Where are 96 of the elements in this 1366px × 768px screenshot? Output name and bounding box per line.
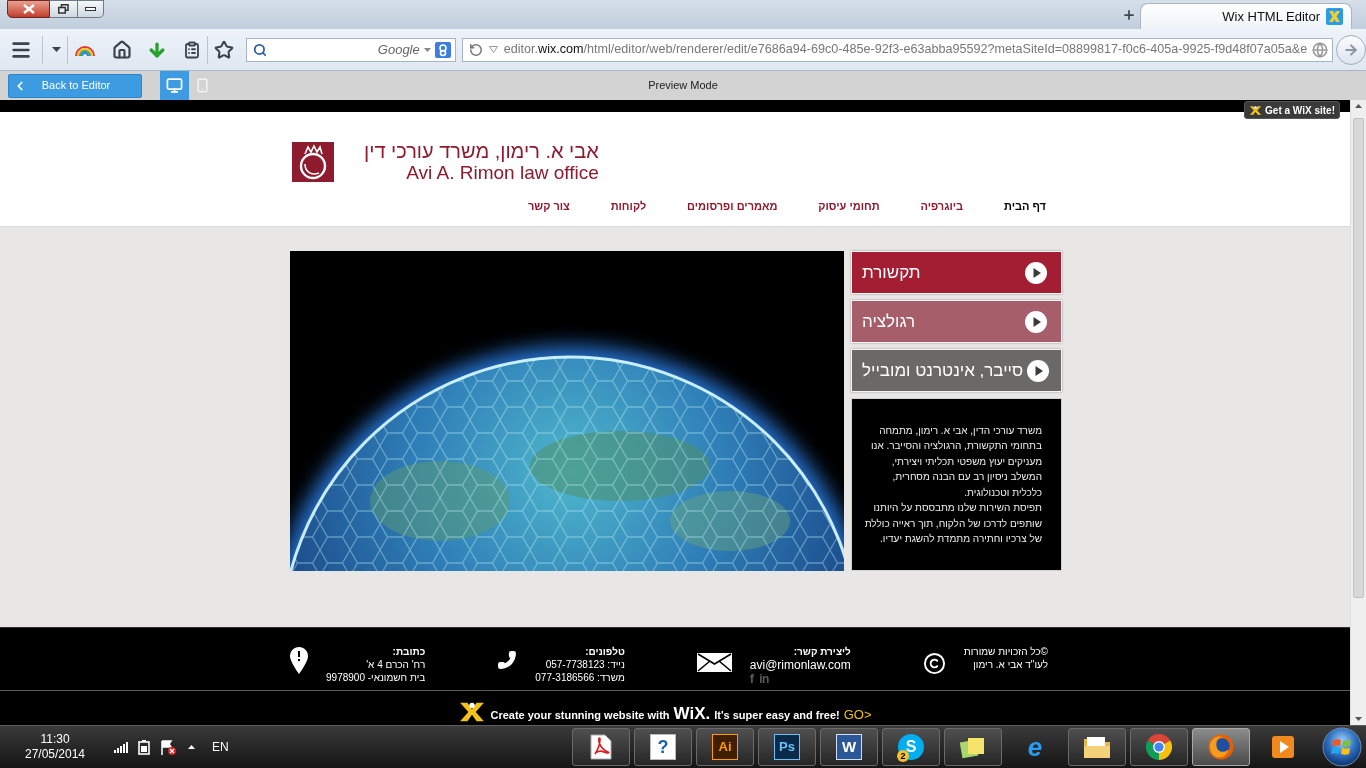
minimize-icon: [85, 7, 96, 11]
phone-icon: [194, 77, 210, 94]
address-field[interactable]: editor.wix.com/html/editor/web/renderer/edit/e7686a94-69c0-485e-92f3-e63abba95592?metaSiteId=08899817-f0c6-405a-9925-f9d48f07a05a&e: [461, 37, 1333, 62]
clock-time: 11:30: [40, 732, 70, 747]
app-logo: ?: [650, 734, 676, 760]
close-window-button[interactable]: [7, 0, 50, 18]
restore-icon: [58, 4, 69, 14]
forward-button[interactable]: [1336, 34, 1366, 65]
desktop-view-button[interactable]: [160, 71, 189, 100]
app-logo: Ps: [774, 734, 800, 760]
phone-icon: [497, 648, 518, 672]
search-icon: [252, 42, 267, 57]
envelope-icon: [696, 653, 732, 672]
sticky-notes-icon: [960, 735, 986, 759]
signal-icon[interactable]: [114, 741, 128, 753]
rainbow-icon[interactable]: [74, 43, 96, 56]
browser-tab[interactable]: Wix HTML Editor: [1140, 3, 1352, 29]
scroll-up-icon[interactable]: [1355, 104, 1362, 108]
footer-text: לעו"ד אבי א. רימון: [972, 658, 1048, 671]
scroll-down-icon[interactable]: [1355, 717, 1362, 721]
dropdown-triangle-icon[interactable]: [488, 46, 498, 53]
footer-text: נייד: 057-7738123: [544, 658, 625, 671]
taskbar-button[interactable]: [572, 728, 630, 766]
footer-heading: טלפונים:: [584, 645, 625, 658]
about-paragraph: תפיסת השירות שלנו מתבססת על היותנו שותפים לדרכו של הלקוח, תוך ראייה כוללת של צרכיו וחתירה מתמדת להשגת יעדיו.: [863, 501, 1042, 546]
footer-heading: ליצירת קשר:: [792, 645, 851, 658]
taskbar-button[interactable]: [944, 728, 1002, 766]
play-icon: [1027, 359, 1050, 382]
minimize-window-button[interactable]: [78, 0, 104, 18]
start-button[interactable]: [1322, 727, 1362, 767]
map-pin-icon: [290, 647, 308, 674]
nav-link[interactable]: תחומי עיסוק: [818, 198, 880, 215]
banner-text: Create your stunning website with: [490, 707, 670, 723]
folder-icon: [1083, 735, 1111, 759]
scrollbar[interactable]: [1350, 100, 1366, 725]
search-engine-icon: [434, 41, 451, 58]
footer-text: רח' הכרם 4 א': [365, 658, 426, 671]
nav-link[interactable]: דף הבית: [1003, 198, 1046, 215]
practice-area-button[interactable]: סייבר, אינטרנט ומובייל: [851, 349, 1062, 392]
app-logo: W: [836, 734, 862, 760]
monitor-icon: [166, 77, 183, 94]
play-icon: [1271, 735, 1295, 759]
chrome-icon: [1146, 734, 1172, 760]
home-icon[interactable]: [111, 39, 132, 60]
bookmark-star-icon[interactable]: [213, 39, 234, 60]
app-logo: Ai: [712, 734, 738, 760]
practice-area-button[interactable]: תקשורת: [851, 251, 1062, 294]
wix-wordmark: WiX.: [673, 705, 711, 723]
nav-link[interactable]: ביוגרפיה: [920, 198, 964, 215]
pomegranate-logo-icon: [292, 142, 334, 182]
caret-up-icon[interactable]: [188, 745, 195, 749]
taskbar-button[interactable]: [1130, 728, 1188, 766]
preview-mode-title: Preview Mode: [648, 78, 718, 94]
nav-link[interactable]: לקוחות: [610, 198, 647, 215]
footer-text: משרד: 077-3186566: [535, 671, 625, 684]
taskbar-button[interactable]: [1068, 728, 1126, 766]
reader-icon[interactable]: [182, 39, 201, 60]
taskbar-button[interactable]: ?: [634, 728, 692, 766]
language-indicator[interactable]: EN: [212, 738, 229, 756]
footer-text: ©כל הזכויות שמורות: [963, 645, 1048, 658]
footer-heading: כתובת:: [391, 645, 426, 658]
taskbar-button[interactable]: Ps: [758, 728, 816, 766]
reload-icon[interactable]: [468, 42, 483, 57]
taskbar-button[interactable]: W: [820, 728, 878, 766]
app-logo: e: [1026, 734, 1044, 760]
get-wix-site-button[interactable]: Get a WiX site!: [1244, 101, 1340, 119]
practice-area-button[interactable]: רגולציה: [851, 300, 1062, 343]
flag-icon[interactable]: [161, 739, 176, 755]
battery-icon[interactable]: [138, 739, 150, 755]
email-link[interactable]: avi@rimonlaw.com: [749, 658, 851, 672]
go-link[interactable]: GO>: [843, 707, 872, 723]
taskbar-button[interactable]: Ai: [696, 728, 754, 766]
logo-english-title: Avi A. Rimon law office: [406, 162, 599, 183]
document-icon: [590, 734, 612, 760]
play-icon: [1025, 261, 1047, 284]
clock-date: 27/05/2014: [24, 747, 86, 762]
search-field[interactable]: Google: [245, 37, 456, 62]
close-icon: [22, 4, 35, 14]
banner-text: It's super easy and free!: [714, 707, 840, 723]
about-paragraph: משרד עורכי הדין, אבי א. רימון, מתמחה בתחומי התקשורת, הרגולציה והסייבר. אנו מעניקים יעוץ משפטי תכליתי ויצירתי, המשלב ניסיון רב עם הבנה מסחרית, כלכלית וטכנולוגית.: [869, 423, 1042, 500]
copyright-icon: [922, 652, 946, 675]
restore-window-button[interactable]: [50, 0, 78, 18]
play-icon: [1025, 310, 1047, 333]
new-tab-icon[interactable]: [1122, 8, 1136, 22]
footer-text: בית חשמונאי- 9978900: [326, 671, 426, 684]
wix-logo-icon: [1249, 104, 1263, 116]
favicon-icon: [1326, 8, 1343, 25]
taskbar-button[interactable]: e: [1006, 728, 1064, 766]
nav-link[interactable]: צור קשר: [528, 198, 570, 215]
windows-logo-icon: [1322, 727, 1362, 767]
logo-hebrew-title: אבי א. רימון, משרד עורכי דין: [364, 141, 599, 162]
scrollbar-thumb[interactable]: [1353, 118, 1364, 598]
globe-icon: [1312, 41, 1328, 58]
nav-link[interactable]: מאמרים ופרסומים: [687, 198, 778, 215]
caret-icon[interactable]: [52, 47, 61, 52]
firefox-icon: [1208, 734, 1234, 760]
